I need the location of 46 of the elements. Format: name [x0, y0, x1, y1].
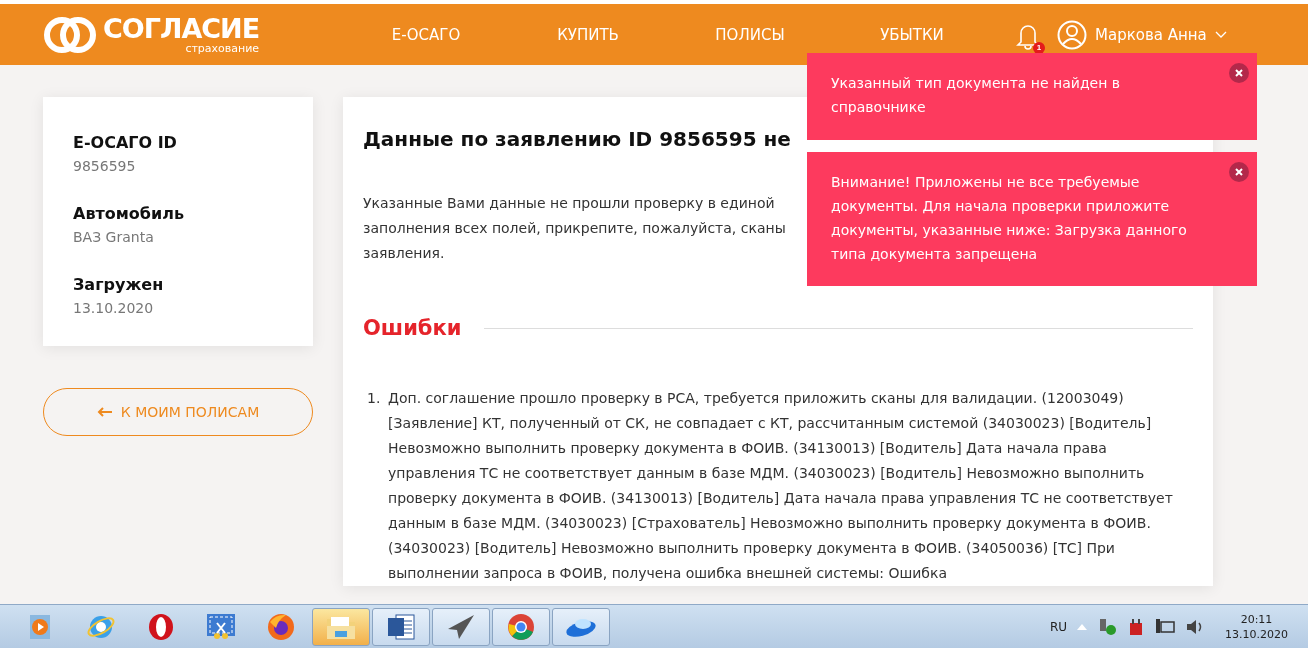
taskbar-button[interactable] — [372, 607, 430, 646]
nav-link[interactable]: ПОЛИСЫ — [669, 25, 831, 44]
logo-tagline: страхование — [185, 42, 260, 55]
field-value: 13.10.2020 — [73, 300, 155, 316]
user-menu[interactable]: Маркова Анна — [1057, 19, 1227, 50]
item-number: 1. — [367, 389, 382, 408]
close-icon — [1235, 168, 1243, 176]
toast-message: Внимание! Приложены не все требуемые документы. Для начала проверки приложите документы, указанные ниже: Загрузка данного типа документа запрещена — [831, 174, 1187, 262]
clock[interactable]: 20:11 13.10.2020 — [1225, 611, 1288, 642]
chevron-down-icon — [1214, 30, 1227, 39]
close-button[interactable] — [1229, 63, 1249, 83]
errors-heading: Ошибки — [363, 316, 462, 340]
nav-link[interactable]: УБЫТКИ — [831, 25, 993, 44]
nav-link[interactable]: Е-ОСАГО — [345, 25, 507, 44]
paper-plane-icon — [446, 612, 476, 641]
field-label: Автомобиль — [73, 204, 186, 223]
logo-name: СОГЛАСИЕ — [103, 14, 260, 43]
network-icon[interactable] — [1155, 617, 1175, 636]
plug-icon[interactable] — [1127, 617, 1145, 636]
usb-check-icon[interactable] — [1097, 617, 1117, 636]
ring-icon — [147, 611, 175, 642]
wheel-icon — [506, 611, 536, 642]
close-button[interactable] — [1229, 162, 1249, 182]
document-icon — [386, 611, 416, 642]
taskbar-button[interactable] — [432, 607, 490, 646]
close-icon — [1235, 69, 1243, 77]
taskbar-button[interactable] — [552, 607, 610, 646]
field-label: Загружен — [73, 275, 165, 294]
field-value: 9856595 — [73, 158, 137, 174]
notification-count: 1 — [1033, 41, 1045, 54]
user-icon — [1057, 19, 1087, 50]
toast-message: Указанный тип документа не найден в справочнике — [831, 75, 1121, 115]
page-title: Данные по заявлению ID 9856595 не — [363, 127, 792, 151]
nav-link[interactable]: КУПИТЬ — [507, 25, 669, 44]
logo-icon — [43, 14, 97, 55]
language-indicator[interactable]: RU — [1049, 619, 1067, 634]
intro-text-line: Указанные Вами данные не прошли проверку в единой — [363, 194, 775, 213]
field-value: ВАЗ Granta — [73, 229, 155, 245]
taskbar-button[interactable] — [492, 607, 550, 646]
intro-text-line: заявления. — [363, 244, 445, 263]
field-label: Е-ОСАГО ID — [73, 133, 178, 152]
error-text: Доп. соглашение прошло проверку в РСА, требуется приложить сканы для валидации. (12003049) [Заявление] КТ, полученный от СК, не совпадает с КТ, рассчитанным системой (34030023) [Водитель] Невозможно выполнить проверку документа в ФОИВ. (34130013) [Водитель] Дата начала права управления ТС не соответствует данным в базе МДМ. (34030023) [Водитель] Невозможно выполнить проверку документа в ФОИВ. (34130013) [Водитель] Дата начала права управления ТС не соответствует данным в базе МДМ. (34030023) [Страхователь] Невозможно выполнить проверку документа в ФОИВ. (34030023) [Водитель] Невозможно выполнить проверку документа в ФОИВ. (34050036) [ТС] При выполнении запроса в ФОИВ, получена ошибка внешней системы: Ошибка — [388, 389, 1173, 583]
scissors-icon — [206, 612, 236, 641]
fox-icon — [266, 611, 296, 642]
arrow-left-icon — [96, 407, 113, 417]
intro-text-line: заполнения всех полей, прикрепите, пожалуйста, сканы — [363, 219, 786, 238]
